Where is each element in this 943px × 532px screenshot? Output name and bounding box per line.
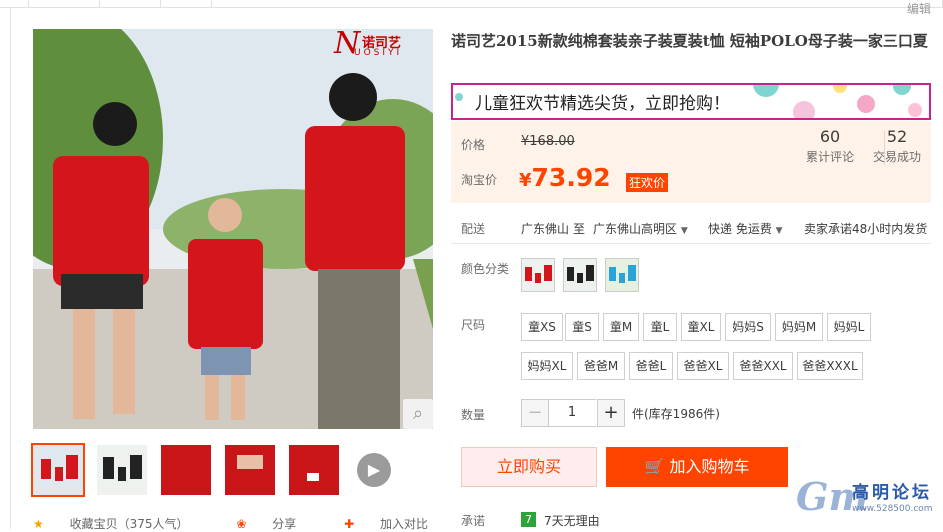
ship-to-word: 至: [573, 222, 586, 236]
size-option[interactable]: 妈妈L: [827, 313, 871, 341]
sales-stat: 52 交易成功: [872, 127, 921, 164]
quantity-plus-button[interactable]: +: [597, 399, 625, 427]
top-tab[interactable]: [0, 0, 29, 8]
promise-badge-icon: 7: [521, 512, 536, 527]
size-option[interactable]: 童M: [603, 313, 639, 341]
product-title: 诺司艺2015新款纯棉套装亲子装夏装t恤 短袖POLO母子装一家三口夏: [451, 32, 928, 50]
color-option-2[interactable]: [563, 258, 597, 292]
color-label: 颜色分类: [461, 262, 510, 276]
caret-down-icon: ▼: [680, 226, 688, 236]
promo-banner[interactable]: 儿童狂欢节精选尖货，立即抢购！: [451, 83, 931, 120]
bottom-actions: ★ 收藏宝贝（375人气） ❀ 分享 ✚ 加入对比: [33, 515, 472, 532]
play-icon[interactable]: ▶: [357, 453, 391, 487]
edit-link[interactable]: 编辑: [907, 0, 931, 17]
top-tab[interactable]: [161, 0, 212, 8]
thumbnail-1[interactable]: [31, 443, 85, 497]
quantity-label: 数量: [461, 408, 486, 422]
product-photo-family: [33, 29, 433, 429]
stock-text: 件(库存1986件): [632, 407, 720, 421]
size-option[interactable]: 爸爸XL: [677, 352, 729, 380]
ship-to-select[interactable]: 广东佛山高明区 ▼: [593, 220, 688, 237]
promo-price-tag: 狂欢价: [626, 173, 669, 192]
size-option[interactable]: 妈妈XL: [521, 352, 573, 380]
thumbnail-3[interactable]: [161, 445, 211, 495]
price-label: 价格: [461, 138, 486, 152]
caret-down-icon: ▼: [775, 226, 783, 236]
ship-from: 广东佛山: [521, 222, 570, 236]
forum-watermark: Gm 高明论坛 www.528500.com: [796, 474, 933, 519]
quantity-input[interactable]: 1: [548, 399, 596, 427]
top-tab[interactable]: [212, 0, 943, 8]
size-option[interactable]: 童XS: [521, 313, 563, 341]
top-tab[interactable]: [29, 0, 100, 8]
current-price: ¥73.92: [519, 163, 611, 192]
top-nav-strip: [0, 0, 943, 8]
color-option-3[interactable]: [605, 258, 639, 292]
thumbnail-2[interactable]: [97, 445, 147, 495]
ship-method-select[interactable]: 快递 免运费 ▼: [708, 220, 783, 237]
promise-text[interactable]: 7天无理由: [544, 512, 600, 529]
size-option[interactable]: 妈妈S: [725, 313, 771, 341]
price-box: 价格 ¥168.00 淘宝价 ¥73.92 狂欢价 60 累计评论 52 交易成…: [451, 121, 931, 203]
size-option[interactable]: 童L: [643, 313, 677, 341]
size-option[interactable]: 爸爸L: [629, 352, 673, 380]
color-option-1[interactable]: [521, 258, 555, 292]
size-option[interactable]: 童S: [565, 313, 599, 341]
main-product-image[interactable]: [33, 29, 433, 429]
divider: [451, 243, 931, 244]
size-option[interactable]: 童XL: [681, 313, 721, 341]
reviews-stat[interactable]: 60 累计评论: [795, 127, 865, 165]
thumbnail-5[interactable]: [289, 445, 339, 495]
buy-now-button[interactable]: 立即购买: [461, 447, 597, 487]
promise-label: 承诺: [461, 514, 486, 528]
top-tab[interactable]: [100, 0, 161, 8]
size-option[interactable]: 妈妈M: [775, 313, 823, 341]
add-to-cart-button[interactable]: 🛒 加入购物车: [606, 447, 788, 487]
size-option[interactable]: 爸爸XXXL: [797, 352, 863, 380]
size-option[interactable]: 爸爸XXL: [733, 352, 793, 380]
size-label: 尺码: [461, 318, 486, 332]
ship-promise: 卖家承诺48小时内发货: [804, 222, 928, 236]
left-divider: [10, 8, 11, 529]
size-option[interactable]: 爸爸M: [577, 352, 625, 380]
quantity-minus-button[interactable]: −: [521, 399, 549, 427]
thumbnail-4[interactable]: [225, 445, 275, 495]
cart-icon: 🛒: [644, 457, 665, 476]
shipping-label: 配送: [461, 222, 486, 236]
magnifier-icon[interactable]: ⌕: [403, 399, 433, 429]
brand-logo: N 诺司艺 UOSIYI: [334, 26, 403, 61]
original-price: ¥168.00: [521, 134, 575, 149]
taobao-price-label: 淘宝价: [461, 173, 498, 187]
